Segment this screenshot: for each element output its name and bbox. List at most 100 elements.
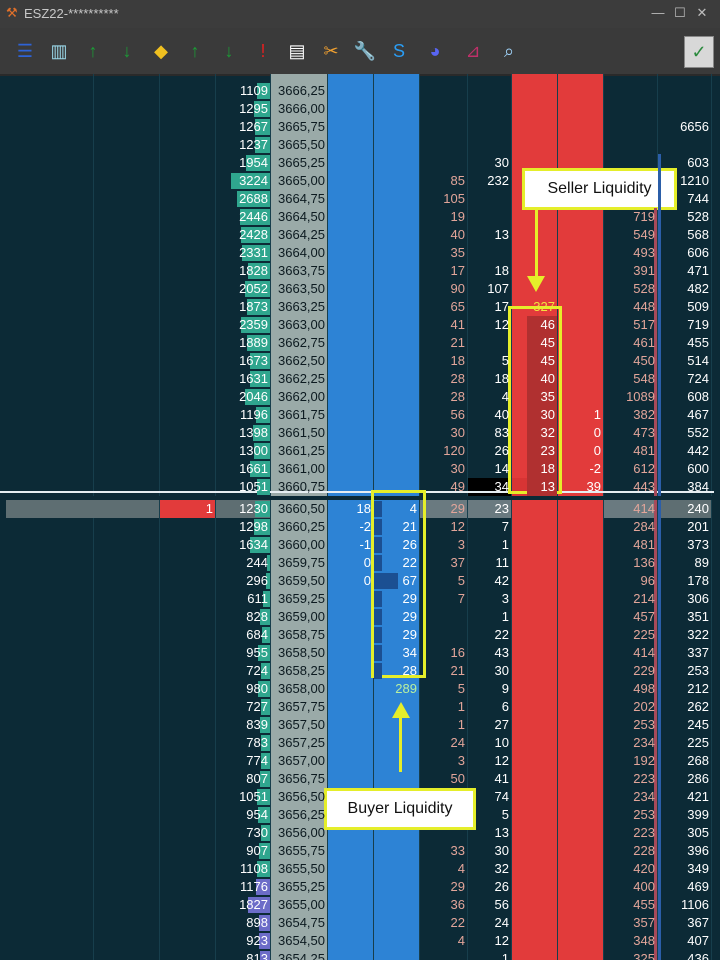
cell-bidq[interactable]	[328, 82, 374, 100]
cell-sell2[interactable]	[558, 280, 604, 298]
cell-sell2[interactable]	[558, 100, 604, 118]
cell-bidsz[interactable]	[374, 878, 420, 896]
cell-bidq[interactable]: -1	[328, 536, 374, 554]
cell-sell2[interactable]	[558, 352, 604, 370]
cell-sell2[interactable]	[558, 950, 604, 960]
cell-bidq[interactable]: -2	[328, 518, 374, 536]
cell-bidsz[interactable]	[374, 136, 420, 154]
ladder-row[interactable]: 980 3658,00 289 5 9 498 212	[6, 680, 712, 698]
ladder-row[interactable]: 1230 3660,50 18 4 29 23 414 240 1	[6, 500, 712, 518]
cell-bidq[interactable]: 0	[328, 572, 374, 590]
ladder-row[interactable]: 724 3658,25 28 21 30 229 253	[6, 662, 712, 680]
cell-sell[interactable]	[512, 136, 558, 154]
cell-bidq[interactable]	[328, 190, 374, 208]
ladder-row[interactable]: 898 3654,75 22 24 357 367	[6, 914, 712, 932]
cell-sell2[interactable]: 0	[558, 424, 604, 442]
ladder-icon-button[interactable]: ☰	[12, 38, 38, 64]
ladder-row[interactable]: 783 3657,25 24 10 234 225	[6, 734, 712, 752]
ladder-row[interactable]: 244 3659,75 0 22 37 11 136 89	[6, 554, 712, 572]
document-icon-button[interactable]: ▤	[284, 38, 310, 64]
cell-bidq[interactable]	[328, 842, 374, 860]
ladder-row[interactable]: 1298 3660,25 -2 21 12 7 284 201	[6, 518, 712, 536]
ladder-row[interactable]: 2359 3663,00 41 12 46 517 719	[6, 316, 712, 334]
cell-sell2[interactable]	[558, 644, 604, 662]
cell-sell[interactable]	[512, 644, 558, 662]
cell-bidq[interactable]	[328, 878, 374, 896]
cell-sell[interactable]	[512, 626, 558, 644]
cell-bidq[interactable]	[328, 136, 374, 154]
cell-sell2[interactable]: 39	[558, 478, 604, 496]
cell-sell2[interactable]: -2	[558, 460, 604, 478]
ladder-row[interactable]: 2446 3664,50 19 719 528	[6, 208, 712, 226]
cell-bidsz[interactable]	[374, 950, 420, 960]
ladder-row[interactable]: 1828 3663,75 17 18 391 471	[6, 262, 712, 280]
eraser-icon-button[interactable]: ◆	[148, 38, 174, 64]
cell-sell2[interactable]	[558, 136, 604, 154]
cell-bidq[interactable]	[328, 262, 374, 280]
cell-sell2[interactable]	[558, 698, 604, 716]
down-arrow-icon-button[interactable]: ↓	[216, 38, 242, 64]
cell-sell[interactable]	[512, 734, 558, 752]
cell-sell[interactable]	[512, 74, 558, 82]
ladder-row[interactable]: 828 3659,00 29 1 457 351	[6, 608, 712, 626]
ladder-row[interactable]: 1398 3661,50 30 83 32 0 473 552	[6, 424, 712, 442]
cell-bidsz[interactable]: 289	[374, 680, 420, 698]
up-arrow-icon-button[interactable]: ↑	[182, 38, 208, 64]
ladder-row[interactable]: 2428 3664,25 40 13 549 568	[6, 226, 712, 244]
cell-sell2[interactable]	[558, 914, 604, 932]
cell-sell2[interactable]	[558, 824, 604, 842]
cell-sell2[interactable]	[558, 788, 604, 806]
cell-sell2[interactable]	[558, 590, 604, 608]
cell-bidsz[interactable]	[374, 82, 420, 100]
cell-bidq[interactable]	[328, 154, 374, 172]
cell-bidq[interactable]	[328, 860, 374, 878]
ladder-row[interactable]: 611 3659,25 29 7 3 214 306	[6, 590, 712, 608]
cell-bidsz[interactable]	[374, 932, 420, 950]
cell-sell2[interactable]	[558, 608, 604, 626]
cell-bidsz[interactable]	[374, 370, 420, 388]
cell-bidq[interactable]	[328, 74, 374, 82]
cell-bidq[interactable]	[328, 388, 374, 406]
ladder-row[interactable]: 2052 3663,50 90 107 528 482	[6, 280, 712, 298]
cell-bidq[interactable]	[328, 226, 374, 244]
cell-sell[interactable]	[512, 932, 558, 950]
cell-sell2[interactable]: 0	[558, 442, 604, 460]
ladder-row[interactable]: 774 3657,00 3 12 192 268	[6, 752, 712, 770]
cell-sell[interactable]	[512, 842, 558, 860]
cell-bidsz[interactable]	[374, 716, 420, 734]
cell-bidsz[interactable]	[374, 352, 420, 370]
ladder-row[interactable]: 1661 3661,00 30 14 18 -2 612 600	[6, 460, 712, 478]
cell-sell[interactable]	[512, 716, 558, 734]
up-arrow-icon-button[interactable]: ↑	[80, 38, 106, 64]
cell-sell2[interactable]	[558, 716, 604, 734]
checklist-icon-button[interactable]: ✓	[684, 36, 714, 68]
cell-bidsz[interactable]	[374, 154, 420, 172]
ladder-row[interactable]: 955 3658,50 34 16 43 414 337	[6, 644, 712, 662]
cell-bidq[interactable]	[328, 478, 374, 496]
cell-bidq[interactable]: 18	[328, 500, 374, 518]
cell-bidsz[interactable]	[374, 118, 420, 136]
cell-bidsz[interactable]: 67	[374, 572, 420, 590]
cell-sell2[interactable]	[558, 500, 604, 518]
cell-sell2[interactable]	[558, 572, 604, 590]
cell-sell[interactable]	[512, 824, 558, 842]
cell-bidsz[interactable]	[374, 244, 420, 262]
cell-bidsz[interactable]	[374, 752, 420, 770]
cell-sell2[interactable]	[558, 896, 604, 914]
cell-bidq[interactable]	[328, 734, 374, 752]
cell-sell[interactable]	[512, 914, 558, 932]
ladder-row[interactable]: 1051 3660,75 49 34 13 39 443 384	[6, 478, 712, 496]
cell-sell2[interactable]	[558, 334, 604, 352]
cell-bidq[interactable]	[328, 406, 374, 424]
cell-sell[interactable]	[512, 770, 558, 788]
cell-bidq[interactable]	[328, 752, 374, 770]
cell-bidq[interactable]	[328, 932, 374, 950]
cell-bidq[interactable]	[328, 280, 374, 298]
cell-sell2[interactable]	[558, 74, 604, 82]
cell-sell[interactable]	[512, 536, 558, 554]
ladder-row[interactable]: 296 3659,50 0 67 5 42 96 178	[6, 572, 712, 590]
cell-sell2[interactable]	[558, 662, 604, 680]
cell-bidq[interactable]	[328, 626, 374, 644]
cell-bidq[interactable]	[328, 698, 374, 716]
cell-bidq[interactable]	[328, 950, 374, 960]
